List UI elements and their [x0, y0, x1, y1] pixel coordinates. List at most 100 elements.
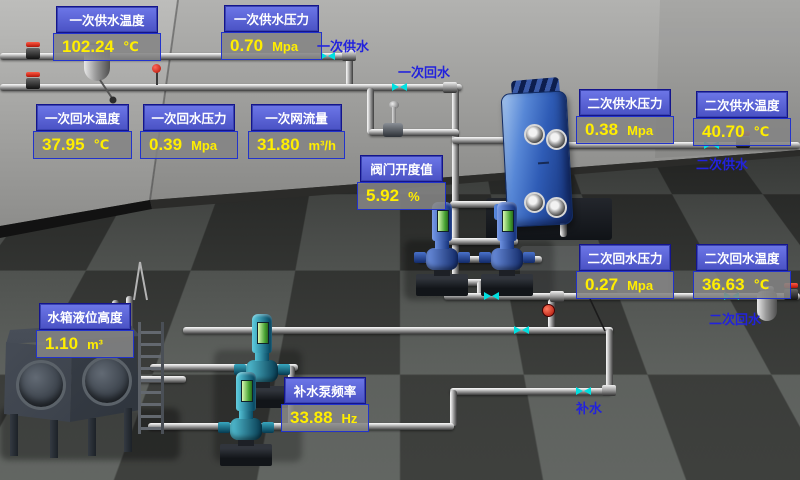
hmi-tag-secondary-supply-pressure: 二次供水压力 0.38 Mpa	[576, 89, 674, 144]
hmi-tag-primary-supply-pressure: 一次供水压力 0.70 Mpa	[221, 5, 322, 60]
pipe-label-primary-return: 一次回水	[398, 62, 450, 81]
pipe-makeup-riser	[606, 329, 613, 391]
pump-flange	[479, 252, 491, 263]
hmi-tag-primary-return-temp: 一次回水温度 37.95 ℃	[33, 104, 132, 159]
pipe-coupling	[443, 82, 457, 93]
tank-leg	[50, 420, 58, 458]
pump-flange	[278, 364, 290, 375]
hx-port	[546, 197, 567, 218]
tag-unit: Mpa	[627, 278, 653, 293]
tank-manhole	[16, 360, 66, 410]
tag-unit: ℃	[754, 124, 770, 140]
tag-value-box: 37.95 ℃	[33, 131, 132, 159]
flow-valve-arrows-icon	[392, 83, 407, 91]
control-valve-icon[interactable]	[383, 123, 403, 137]
pump-status-window	[437, 210, 449, 232]
pump-status-window	[257, 322, 269, 344]
tag-value-box: 1.10 m³	[36, 330, 134, 358]
tag-title: 一次供水压力	[224, 5, 319, 32]
pump-neck	[500, 240, 514, 249]
tag-title: 一次网流量	[251, 104, 342, 131]
pipe-label-makeup-water: 补水	[576, 398, 602, 417]
tag-value-box: 0.38 Mpa	[576, 116, 674, 144]
hmi-tag-secondary-return-pressure: 二次回水压力 0.27 Mpa	[576, 244, 674, 299]
tag-title: 阀门开度值	[360, 155, 443, 182]
pump-flange	[262, 422, 274, 433]
pump-base	[220, 444, 272, 466]
flow-valve-arrows-icon	[514, 326, 529, 334]
pipe-valve-branch-drop	[367, 88, 374, 134]
flow-valve-arrows-icon	[576, 387, 591, 395]
hmi-tag-valve-opening: 阀门开度值 5.92 %	[357, 155, 446, 210]
tag-value: 0.39	[149, 135, 182, 155]
tag-unit: m³/h	[309, 138, 336, 153]
hmi-tag-primary-return-pressure: 一次回水压力 0.39 Mpa	[140, 104, 238, 159]
bypass-valve-icon[interactable]	[542, 304, 555, 317]
tag-value: 33.88	[290, 408, 333, 428]
gauge-stem	[156, 72, 158, 85]
tag-title: 二次回水压力	[579, 244, 671, 271]
tag-value: 102.24	[62, 37, 114, 57]
tank-leg	[10, 414, 18, 456]
tank-ladder	[138, 322, 164, 434]
tag-title: 一次供水温度	[56, 6, 158, 33]
tag-value-box: 0.39 Mpa	[140, 131, 238, 159]
tag-value-box: 0.27 Mpa	[576, 271, 674, 299]
tank-leg	[88, 418, 96, 456]
circulation-pump-2[interactable]	[479, 202, 535, 298]
tag-value: 36.63	[702, 275, 745, 295]
tag-title: 二次供水压力	[579, 89, 671, 116]
tag-unit: Mpa	[272, 39, 298, 54]
hmi-tag-makeup-pump-freq: 补水泵频率 33.88 Hz	[281, 377, 369, 432]
tag-title: 水箱液位高度	[39, 303, 131, 330]
makeup-pump-2[interactable]	[218, 372, 274, 468]
scada-hmi-screen: 一次供水温度 102.24 ℃ 一次供水压力 0.70 Mpa 一次回水温度 3…	[0, 0, 800, 480]
pump-status-window	[241, 380, 253, 402]
pump-neck	[435, 240, 449, 249]
hmi-tag-secondary-return-temp: 二次回水温度 36.63 ℃	[693, 244, 791, 299]
tag-value: 40.70	[702, 122, 745, 142]
tag-value: 0.27	[585, 275, 618, 295]
tag-value: 31.80	[257, 135, 300, 155]
tank-manhole	[82, 356, 132, 406]
pump-neck	[255, 352, 269, 361]
hx-port	[524, 124, 545, 145]
pump-volute	[230, 418, 262, 440]
pipe-makeup-drop	[450, 390, 457, 426]
tag-value-box: 36.63 ℃	[693, 271, 791, 299]
tag-unit: ℃	[94, 137, 110, 153]
hmi-tag-primary-flow: 一次网流量 31.80 m³/h	[248, 104, 345, 159]
pump-base	[416, 274, 468, 296]
pump-flange	[218, 422, 230, 433]
tag-unit: %	[408, 189, 420, 204]
hand-valve-icon[interactable]	[26, 42, 40, 59]
pump-flange	[458, 252, 470, 263]
tag-value: 1.10	[45, 334, 78, 354]
tag-title: 一次回水压力	[143, 104, 235, 131]
pump-flange	[523, 252, 535, 263]
tag-unit: ℃	[754, 277, 770, 293]
tag-value: 0.38	[585, 120, 618, 140]
circulation-pump-1[interactable]	[414, 202, 470, 298]
tag-value: 0.70	[230, 36, 263, 56]
hand-valve-icon[interactable]	[26, 72, 40, 89]
pipe-label-secondary-supply: 二次供水	[696, 154, 748, 173]
tag-value-box: 33.88 Hz	[281, 404, 369, 432]
tag-title: 二次回水温度	[696, 244, 788, 271]
tag-value-box: 31.80 m³/h	[248, 131, 345, 159]
pipe-label-secondary-return: 二次回水	[709, 309, 761, 328]
tag-value-box: 0.70 Mpa	[221, 32, 322, 60]
pipe-tee	[550, 291, 564, 302]
hmi-tag-secondary-supply-temp: 二次供水温度 40.70 ℃	[693, 91, 791, 146]
tag-unit: ℃	[123, 39, 139, 55]
tag-title: 一次回水温度	[36, 104, 129, 131]
tag-value-box: 40.70 ℃	[693, 118, 791, 146]
pump-volute	[426, 248, 458, 270]
tag-unit: Hz	[342, 411, 358, 426]
hx-port	[546, 129, 567, 150]
tag-value: 37.95	[42, 135, 85, 155]
tag-value-box: 5.92 %	[357, 182, 446, 210]
tag-unit: m³	[87, 337, 103, 352]
tag-value-box: 102.24 ℃	[53, 33, 161, 61]
pressure-gauge-icon	[152, 64, 161, 73]
